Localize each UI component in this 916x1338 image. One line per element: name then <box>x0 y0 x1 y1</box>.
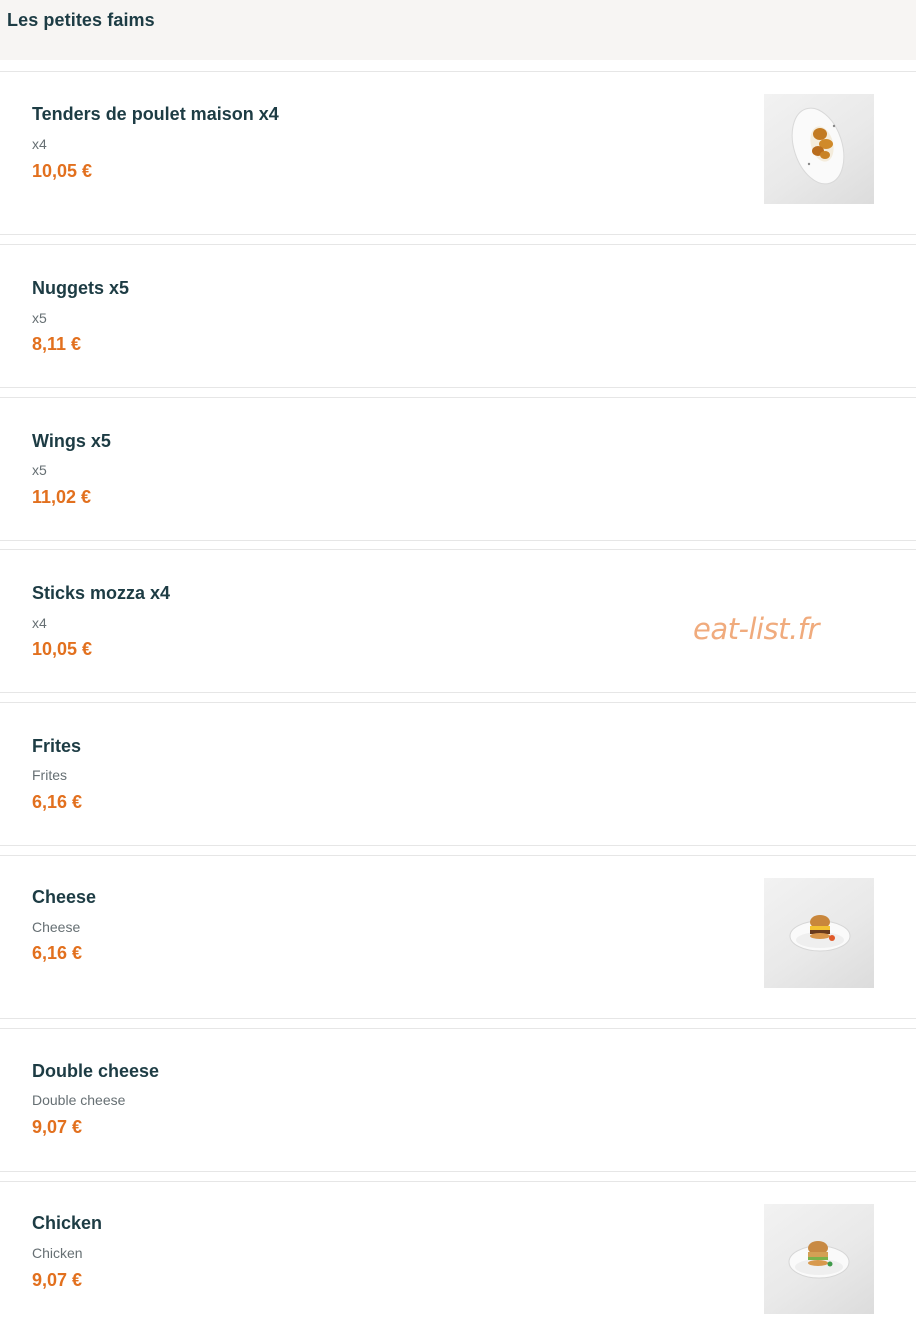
item-description: Chicken <box>32 1245 83 1261</box>
item-name: Double cheese <box>32 1061 160 1081</box>
chicken-burger-plate-image <box>788 1241 850 1279</box>
item-photo <box>764 94 874 204</box>
item-price: 9,07 € <box>32 1270 83 1290</box>
item-photo <box>764 1204 874 1314</box>
item-description: x4 <box>32 136 47 152</box>
item-description: x4 <box>32 615 47 631</box>
item-price: 8,11 € <box>32 334 82 354</box>
item-description: Cheese <box>32 919 81 935</box>
item-name: Chicken <box>32 1213 103 1233</box>
menu-item-wings[interactable]: Wings x5 x5 11,02 € <box>0 397 916 541</box>
item-description: Frites <box>32 767 67 783</box>
item-price: 10,05 € <box>32 161 93 181</box>
item-photo <box>764 878 874 988</box>
item-price: 6,16 € <box>32 792 83 812</box>
section-header: Les petites faims <box>0 0 916 60</box>
watermark: eat-list.fr <box>693 612 819 646</box>
item-name: Sticks mozza x4 <box>32 583 171 603</box>
item-name: Frites <box>32 736 82 756</box>
item-name: Wings x5 <box>32 431 111 451</box>
menu-item-tenders[interactable]: Tenders de poulet maison x4 x4 10,05 € <box>0 71 916 235</box>
item-name: Cheese <box>32 887 97 907</box>
item-description: x5 <box>32 462 47 478</box>
item-price: 6,16 € <box>32 943 83 963</box>
item-description: x5 <box>32 310 47 326</box>
menu-item-nuggets[interactable]: Nuggets x5 x5 8,11 € <box>0 244 916 388</box>
section-title: Les petites faims <box>7 10 155 30</box>
item-price: 11,02 € <box>32 487 92 507</box>
tenders-plate-image <box>791 107 845 185</box>
item-name: Tenders de poulet maison x4 <box>32 104 279 124</box>
menu-item-cheese[interactable]: Cheese Cheese 6,16 € <box>0 855 916 1019</box>
menu-item-double-cheese[interactable]: Double cheese Double cheese 9,07 € <box>0 1028 916 1172</box>
menu-item-chicken[interactable]: Chicken Chicken 9,07 € <box>0 1181 916 1338</box>
cheeseburger-plate-image <box>789 915 851 952</box>
menu-item-frites[interactable]: Frites Frites 6,16 € <box>0 702 916 846</box>
item-description: Double cheese <box>32 1092 126 1108</box>
item-price: 10,05 € <box>32 639 93 659</box>
item-price: 9,07 € <box>32 1117 83 1137</box>
item-name: Nuggets x5 <box>32 278 130 298</box>
